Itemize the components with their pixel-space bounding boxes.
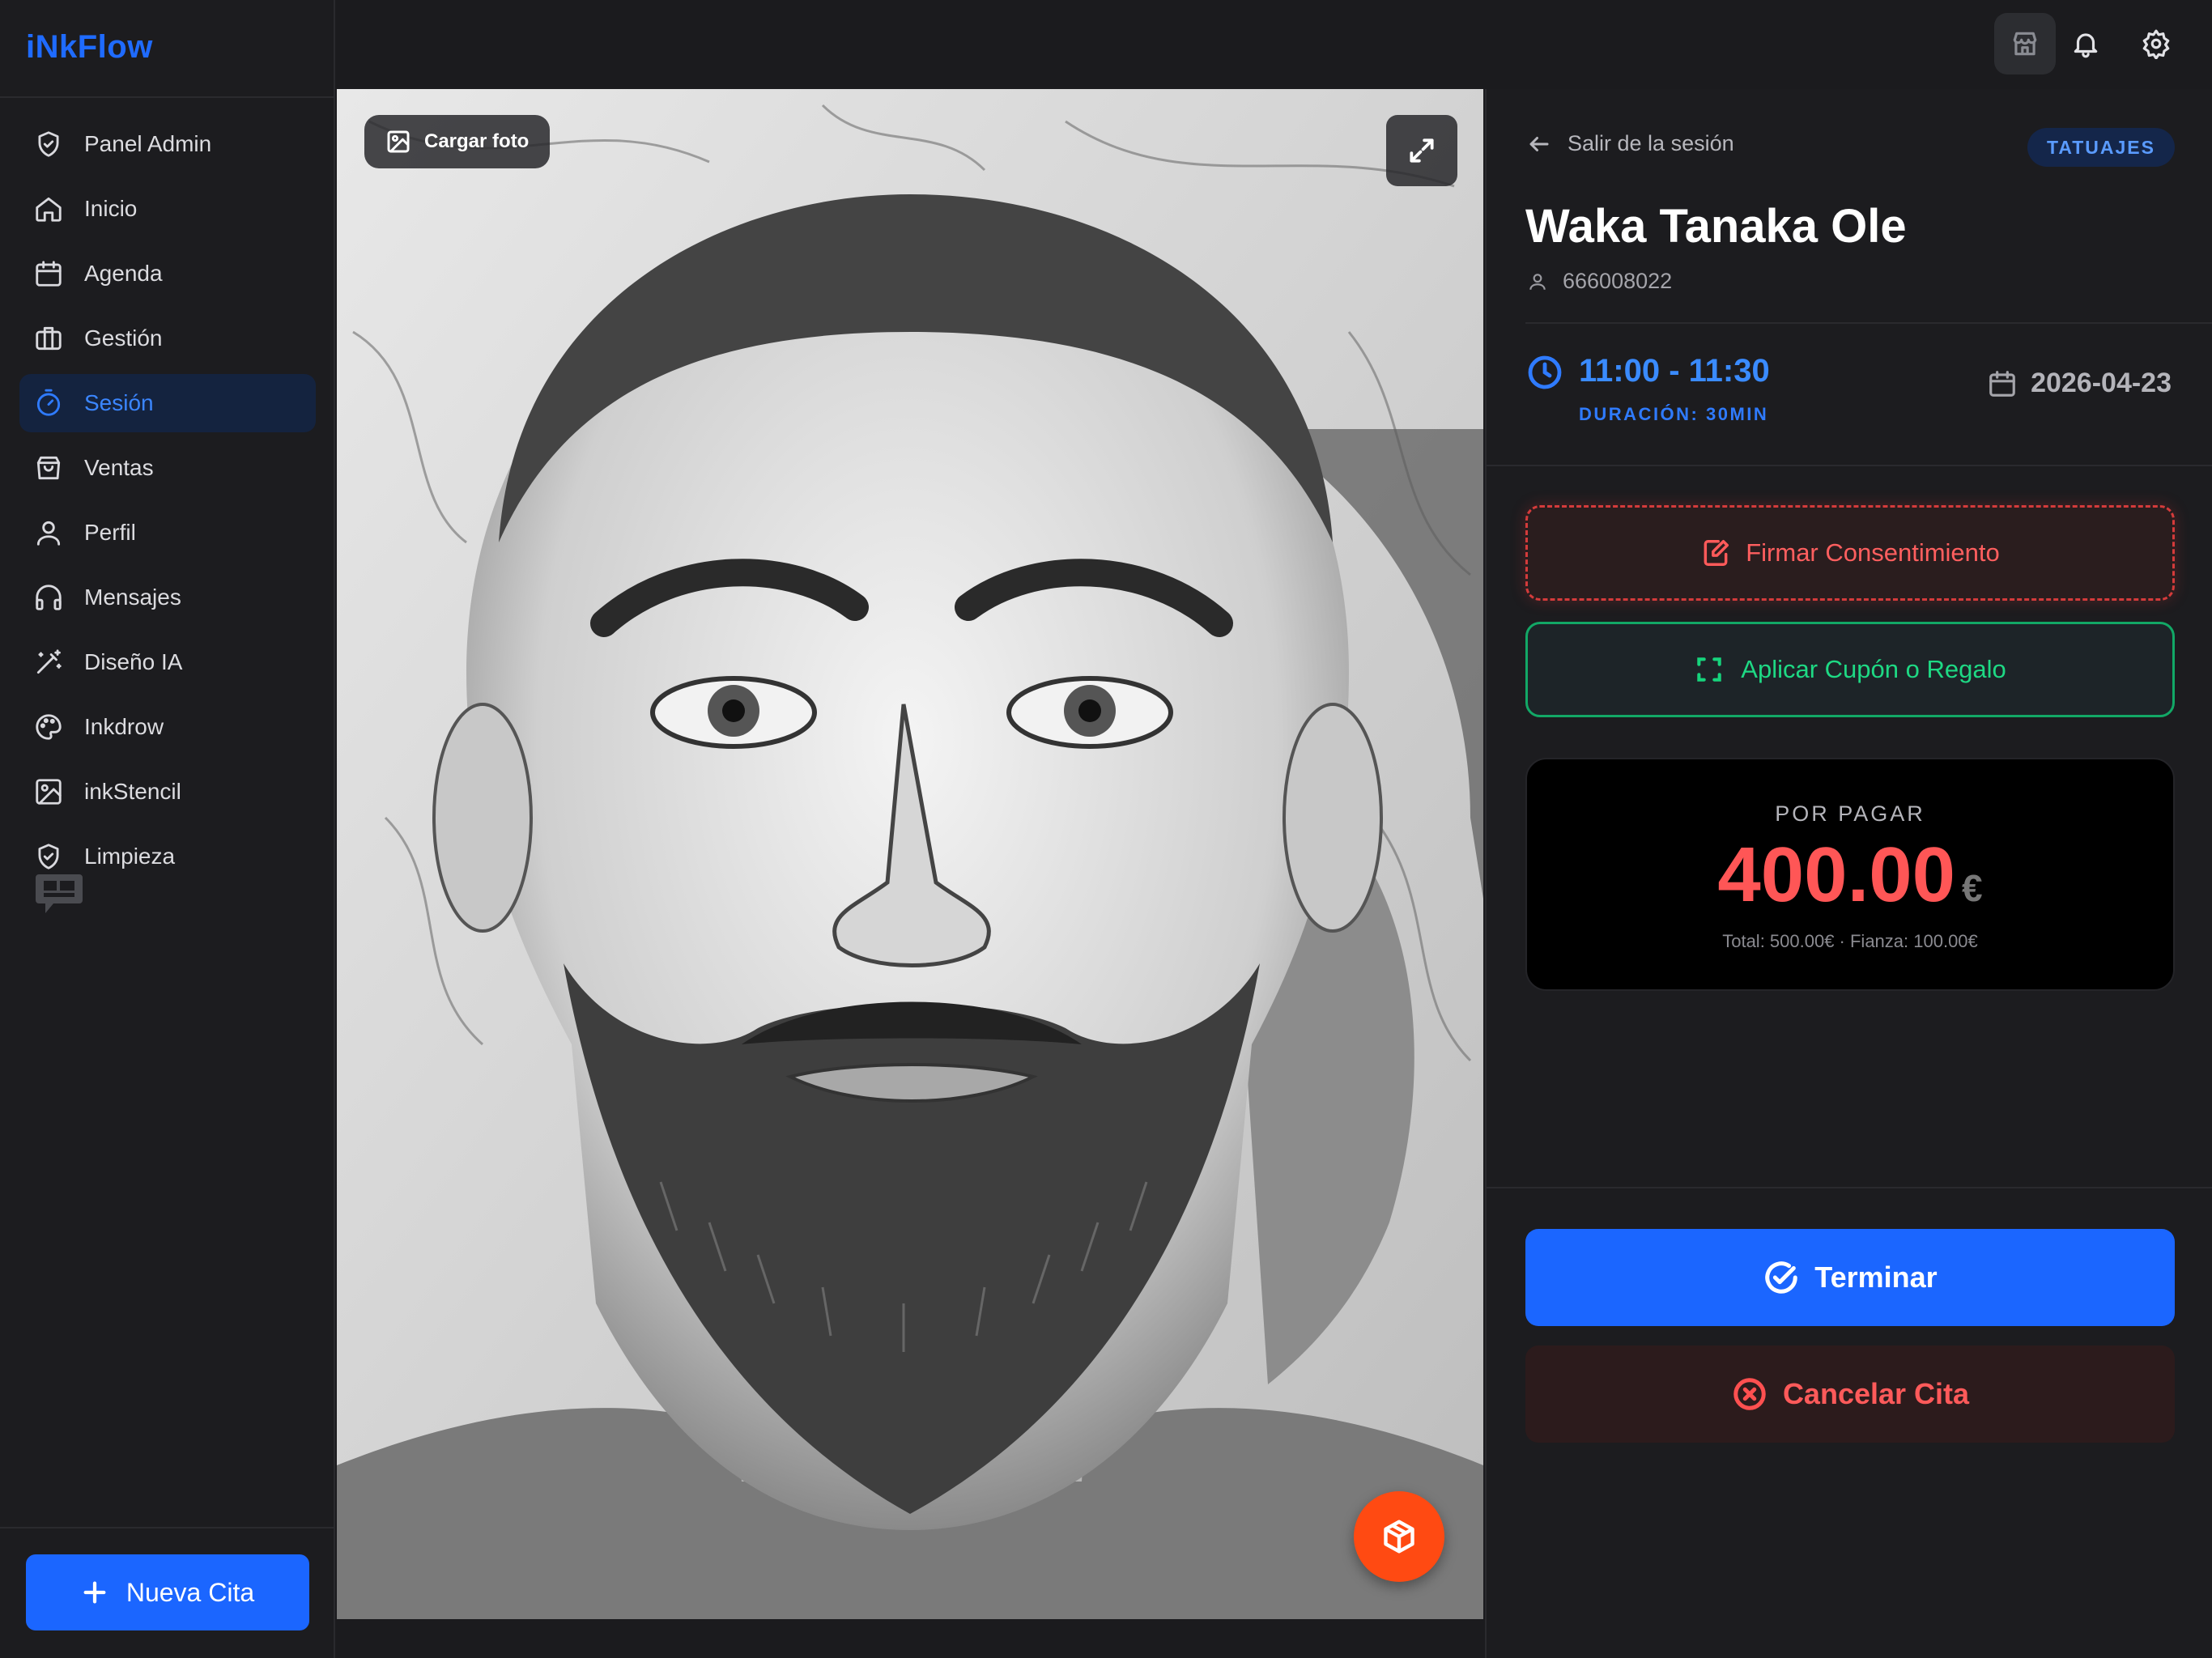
divider (0, 96, 335, 98)
client-phone-value: 666008022 (1563, 269, 1673, 293)
session-panel: Salir de la sesión TATUAJES Waka Tanaka … (1485, 89, 2212, 1658)
client-phone: 666008022 (1527, 269, 1672, 294)
3d-view-button[interactable] (1354, 1491, 1444, 1582)
sidebar-item-inkdrow[interactable]: Inkdrow (19, 698, 316, 756)
sidebar-item-inkstencil[interactable]: inkStencil (19, 763, 316, 821)
client-name: Waka Tanaka Ole (1525, 200, 1907, 253)
plus-icon (83, 1581, 106, 1604)
sign-consent-button[interactable]: Firmar Consentimiento (1525, 505, 2175, 601)
palette-icon (32, 711, 65, 743)
sidebar-item-panel-admin[interactable]: Panel Admin (19, 115, 316, 173)
fullscreen-button[interactable] (1386, 115, 1457, 186)
date-value: 2026-04-23 (2031, 368, 2172, 398)
settings-button[interactable] (2125, 13, 2187, 74)
category-badge: TATUAJES (2027, 128, 2175, 167)
sidebar-item-label: inkStencil (84, 779, 181, 804)
app-logo[interactable]: iNkFlow (26, 29, 153, 66)
sidebar-item-label: Gestión (84, 325, 163, 351)
bell-icon (2074, 33, 2098, 58)
arrow-left-icon (1529, 136, 1549, 151)
cancel-appointment-button[interactable]: Cancelar Cita (1525, 1346, 2175, 1443)
notifications-button[interactable] (2055, 13, 2116, 74)
check-circle-icon (1765, 1261, 1798, 1294)
duration: DURACIÓN: 30MIN (1579, 404, 1769, 424)
sidebar-item-label: Limpieza (84, 844, 176, 869)
session-date: 2026-04-23 (1987, 368, 2172, 399)
briefcase-icon (32, 322, 65, 355)
exit-session-link[interactable]: Salir de la sesión (1527, 131, 1734, 156)
sidebar-item-label: Ventas (84, 455, 154, 480)
finish-button[interactable]: Terminar (1525, 1229, 2175, 1326)
cube-icon (1384, 1520, 1414, 1554)
scan-icon (1697, 657, 1722, 682)
magic-wand-icon (32, 646, 65, 678)
image-icon (387, 130, 410, 153)
exit-session-label: Salir de la sesión (1568, 131, 1734, 155)
upload-photo-button[interactable]: Cargar foto (364, 115, 551, 168)
expand-icon (1410, 138, 1434, 163)
user-icon (32, 517, 65, 549)
sidebar-item-agenda[interactable]: Agenda (19, 244, 316, 303)
sidebar-item-gestion[interactable]: Gestión (19, 309, 316, 368)
sidebar: iNkFlow Panel Admin Inicio Agenda Gestió… (0, 0, 335, 1658)
sidebar-item-perfil[interactable]: Perfil (19, 504, 316, 562)
amount-due-label: POR PAGAR (1775, 801, 1925, 826)
amount-due-value: 400.00 (1717, 831, 1956, 918)
sidebar-item-label: Panel Admin (84, 131, 212, 156)
new-appointment-button[interactable]: Nueva Cita (26, 1554, 309, 1630)
sidebar-item-sesion[interactable]: Sesión (19, 374, 316, 432)
chat-icon[interactable] (34, 873, 84, 915)
x-circle-icon (1733, 1378, 1766, 1410)
apply-coupon-label: Aplicar Cupón o Regalo (1741, 655, 2006, 683)
payment-summary: POR PAGAR 400.00 € Total: 500.00€ · Fianz… (1525, 758, 2175, 991)
sign-consent-label: Firmar Consentimiento (1746, 538, 2000, 567)
sidebar-item-label: Agenda (84, 261, 163, 286)
home-icon (32, 193, 65, 225)
apply-coupon-button[interactable]: Aplicar Cupón o Regalo (1525, 622, 2175, 717)
sidebar-item-label: Sesión (84, 390, 154, 415)
upload-photo-label: Cargar foto (424, 130, 530, 152)
shopping-bag-icon (32, 452, 65, 484)
divider (1525, 322, 2212, 324)
gear-icon (2142, 29, 2170, 59)
calendar-icon (1989, 370, 2015, 397)
sidebar-nav: Panel Admin Inicio Agenda Gestión Sesión… (19, 115, 316, 892)
finish-label: Terminar (1814, 1261, 1938, 1294)
calendar-icon (32, 257, 65, 290)
sidebar-item-inicio[interactable]: Inicio (19, 180, 316, 238)
session-photo[interactable]: Cargar foto (337, 89, 1483, 1619)
currency-symbol: € (1962, 867, 1983, 909)
clock-icon (1528, 355, 1562, 389)
image-icon (32, 776, 65, 808)
session-time: 11:00 - 11:30 DURACIÓN: 30MIN (1525, 353, 1770, 425)
amount-due: 400.00 € (1527, 831, 2173, 920)
user-icon (1529, 273, 1546, 290)
new-appointment-label: Nueva Cita (125, 1577, 255, 1607)
store-icon (2013, 32, 2037, 56)
sidebar-item-label: Mensajes (84, 585, 181, 610)
signature-icon (1704, 540, 1729, 566)
divider (0, 1527, 335, 1528)
sidebar-item-ventas[interactable]: Ventas (19, 439, 316, 497)
cancel-appointment-label: Cancelar Cita (1782, 1377, 1970, 1410)
shield-check-icon (32, 128, 65, 160)
sidebar-item-mensajes[interactable]: Mensajes (19, 568, 316, 627)
divider (1487, 465, 2212, 466)
shield-check-icon (32, 840, 65, 873)
store-button[interactable] (1994, 13, 2056, 74)
timer-icon (32, 387, 65, 419)
sidebar-item-diseno-ia[interactable]: Diseño IA (19, 633, 316, 691)
payment-detail: Total: 500.00€ · Fianza: 100.00€ (1722, 931, 1978, 951)
sidebar-item-label: Diseño IA (84, 649, 183, 674)
portrait-sketch-image (337, 89, 1483, 1619)
divider (1487, 1187, 2212, 1188)
sidebar-item-label: Perfil (84, 520, 136, 545)
sidebar-item-label: Inicio (84, 196, 138, 221)
headphones-icon (32, 581, 65, 614)
time-range: 11:00 - 11:30 (1579, 353, 1770, 389)
sidebar-item-label: Inkdrow (84, 714, 164, 739)
